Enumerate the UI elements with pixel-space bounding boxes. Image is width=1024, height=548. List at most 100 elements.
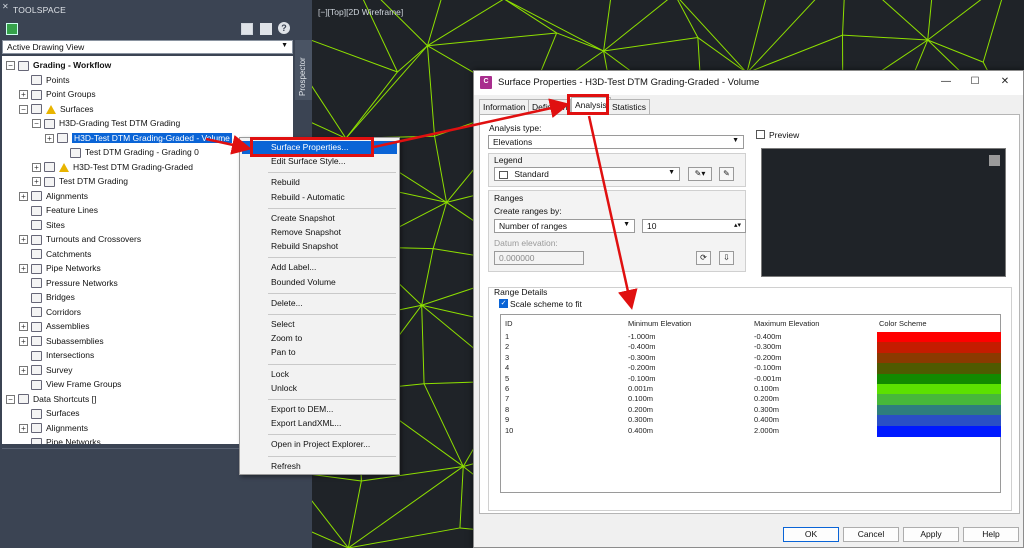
col-header-color-scheme[interactable]: Color Scheme (879, 319, 927, 328)
tab-prospector[interactable]: Prospector (295, 40, 312, 100)
create-ranges-select[interactable]: Number of ranges ▼ (494, 219, 635, 233)
expand-icon[interactable]: + (19, 322, 28, 332)
menu-item[interactable]: Rebuild (242, 176, 397, 189)
expand-icon[interactable]: + (45, 133, 54, 143)
menu-item[interactable]: Bounded Volume (242, 276, 397, 289)
range-cell-id: 4 (505, 363, 510, 373)
expand-icon[interactable]: + (19, 90, 28, 100)
collapse-icon[interactable]: − (6, 61, 15, 71)
menu-item[interactable]: Rebuild Snapshot (242, 240, 397, 253)
tab-statistics[interactable]: Statistics (608, 99, 651, 114)
help-button[interactable]: Help (963, 527, 1019, 542)
tree-item[interactable]: Test DTM Grading - Grading 0 (58, 145, 199, 159)
range-cell-min: -0.400m (628, 342, 656, 352)
tree-item[interactable]: − Data Shortcuts [] (6, 392, 96, 406)
tree-item[interactable]: Sites (19, 218, 65, 232)
tree-item[interactable]: − Grading - Workflow (6, 58, 111, 72)
menu-item[interactable]: Select (242, 318, 397, 331)
tree-item[interactable]: Bridges (19, 290, 75, 304)
tree-item[interactable]: Catchments (19, 247, 91, 261)
tree-item[interactable]: Corridors (19, 305, 81, 319)
tree-item[interactable]: + Survey (19, 363, 72, 377)
tin-edge (312, 531, 349, 548)
menu-item[interactable]: Open in Project Explorer... (242, 438, 397, 451)
expand-icon[interactable]: + (19, 235, 28, 245)
help-icon[interactable]: ? (278, 22, 290, 34)
menu-item[interactable]: Lock (242, 368, 397, 381)
run-analysis-button[interactable]: ⟳ (696, 251, 711, 265)
tree-item[interactable]: Points (19, 73, 70, 87)
tab-information[interactable]: Information (479, 99, 530, 114)
collapse-icon[interactable]: − (32, 119, 41, 129)
menu-item[interactable]: Rebuild - Automatic (242, 191, 397, 204)
tree-item[interactable]: + H3D-Test DTM Grading-Graded (32, 160, 193, 174)
menu-item[interactable]: Export to DEM... (242, 403, 397, 416)
legend-style-edit-button[interactable]: ✎▾ (688, 167, 712, 181)
legend-select[interactable]: Standard ▼ (494, 167, 680, 181)
tree-item[interactable]: + Alignments (19, 421, 88, 435)
preview-checkbox[interactable] (756, 130, 765, 139)
col-header-max-elevation[interactable]: Maximum Elevation (754, 319, 819, 328)
dialog-titlebar[interactable]: C Surface Properties - H3D-Test DTM Grad… (474, 71, 1023, 95)
tree-item[interactable]: View Frame Groups (19, 377, 121, 391)
collapse-icon[interactable]: − (19, 104, 28, 114)
menu-item[interactable]: Create Snapshot (242, 212, 397, 225)
viewport-controls-label[interactable]: [−][Top][2D Wireframe] (318, 7, 403, 17)
expand-icon[interactable]: + (19, 365, 28, 375)
menu-item[interactable]: Delete... (242, 297, 397, 310)
expand-icon[interactable]: + (19, 423, 28, 433)
expand-icon[interactable]: + (32, 177, 41, 187)
expand-icon[interactable]: + (19, 336, 28, 346)
tree-item[interactable]: + Assemblies (19, 319, 89, 333)
menu-item[interactable]: Unlock (242, 382, 397, 395)
tree-node-icon (31, 278, 42, 289)
analysis-type-select[interactable]: Elevations ▼ (488, 135, 744, 149)
ok-button[interactable]: OK (783, 527, 839, 542)
menu-item[interactable]: Remove Snapshot (242, 226, 397, 239)
tree-item[interactable]: + Turnouts and Crossovers (19, 232, 141, 246)
tree-item[interactable]: + Alignments (19, 189, 88, 203)
expand-icon[interactable]: + (32, 162, 41, 172)
expand-icon[interactable]: + (19, 264, 28, 274)
minimize-icon[interactable]: — (939, 75, 953, 89)
menu-item[interactable]: Pan to (242, 346, 397, 359)
tree-item[interactable]: Pressure Networks (19, 276, 118, 290)
tree-item[interactable]: Pipe Networks (19, 435, 101, 444)
range-details-table[interactable]: ID Minimum Elevation Maximum Elevation C… (500, 314, 1001, 493)
range-cell-min: -1.000m (628, 332, 656, 341)
col-header-id[interactable]: ID (505, 319, 513, 328)
drawing-view-select[interactable]: Active Drawing View ▼ (2, 40, 293, 54)
menu-item[interactable]: Refresh (242, 460, 397, 473)
panel-layout-icon[interactable] (260, 23, 272, 35)
tree-item[interactable]: − Surfaces (19, 102, 94, 116)
tree-item[interactable]: + Point Groups (19, 87, 96, 101)
tab-definition[interactable]: Definition (528, 99, 572, 114)
tree-item[interactable]: + Pipe Networks (19, 261, 101, 275)
menu-item[interactable]: Edit Surface Style... (242, 155, 397, 168)
tree-item[interactable]: Feature Lines (19, 203, 98, 217)
col-header-min-elevation[interactable]: Minimum Elevation (628, 319, 691, 328)
cancel-button[interactable]: Cancel (843, 527, 899, 542)
close-icon[interactable]: ✕ (998, 75, 1012, 89)
prospector-icon[interactable] (6, 23, 18, 35)
tree-item[interactable]: + Test DTM Grading (32, 174, 128, 188)
apply-button[interactable]: Apply (903, 527, 959, 542)
menu-item[interactable]: Add Label... (242, 261, 397, 274)
datum-elevation-field[interactable]: 0.000000 (494, 251, 584, 265)
collapse-icon[interactable]: − (6, 394, 15, 404)
tree-item[interactable]: Intersections (19, 348, 94, 362)
import-ranges-button[interactable]: ⇩ (719, 251, 734, 265)
menu-item[interactable]: Zoom to (242, 332, 397, 345)
ranges-count-field[interactable]: 10 ▴▾ (642, 219, 746, 233)
tree-item[interactable]: + H3D-Test DTM Grading-Graded - Volume (45, 131, 232, 145)
toggle-item-view-icon[interactable] (241, 23, 253, 35)
expand-icon[interactable]: + (19, 191, 28, 201)
tree-item[interactable]: Surfaces (19, 406, 80, 420)
range-cell-id: 5 (505, 373, 510, 383)
maximize-icon[interactable]: ☐ (968, 75, 982, 89)
scale-scheme-checkbox[interactable]: ✓ (499, 299, 508, 308)
menu-item[interactable]: Export LandXML... (242, 417, 397, 430)
tree-item[interactable]: + Subassemblies (19, 334, 104, 348)
tree-item[interactable]: − H3D-Grading Test DTM Grading (32, 116, 180, 130)
legend-style-pick-button[interactable]: ✎ (719, 167, 734, 181)
